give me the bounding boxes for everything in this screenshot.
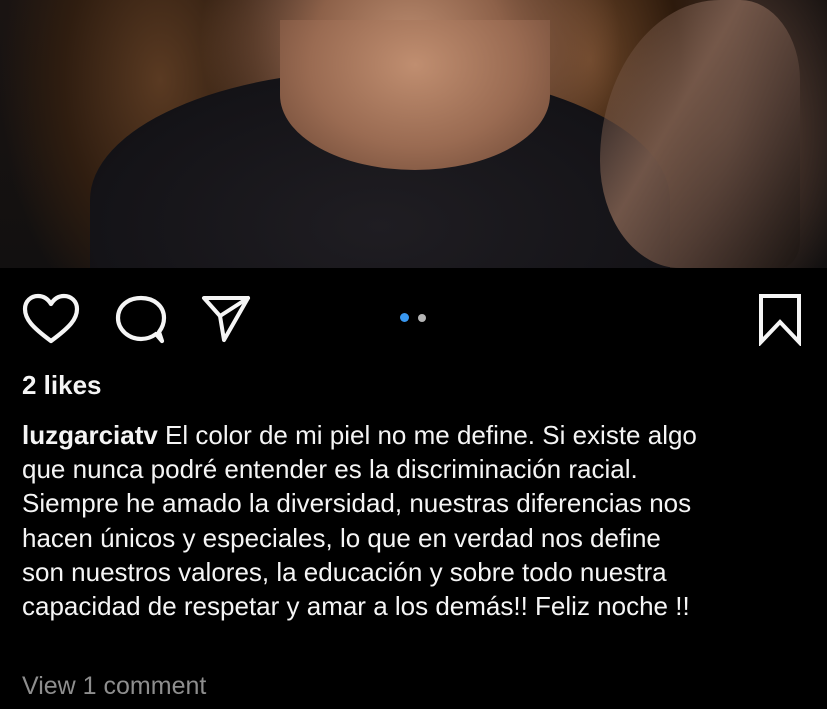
photo-neck-region [280,20,550,170]
photo-arm-region [600,0,800,268]
view-comments-link[interactable]: View 1 comment [22,672,206,701]
caption-line: que nunca podré entender es la discrimin… [22,454,638,485]
caption-line: capacidad de respetar y amar a los demás… [22,591,690,622]
caption-line: luzgarciatv El color de mi piel no me de… [22,418,812,452]
post-caption: luzgarciatv El color de mi piel no me de… [22,418,812,623]
caption-line: son nuestros valores, la educación y sob… [22,556,667,587]
caption-text: El color de mi piel no me define. Si exi… [157,420,697,450]
likes-count[interactable]: 2 likes [22,370,102,401]
carousel-dot-active [400,313,409,322]
caption-line: hacen únicos y especiales, lo que en ver… [22,522,661,553]
send-icon[interactable] [200,292,252,349]
caption-username[interactable]: luzgarciatv [22,420,158,450]
bookmark-icon[interactable] [757,292,803,351]
caption-line: Siempre he amado la diversidad, nuestras… [22,488,692,519]
carousel-dot-inactive [418,314,426,322]
post-photo[interactable] [0,0,827,268]
post-actions-bar [0,268,827,368]
comment-icon[interactable] [114,294,168,349]
heart-icon[interactable] [22,293,80,350]
